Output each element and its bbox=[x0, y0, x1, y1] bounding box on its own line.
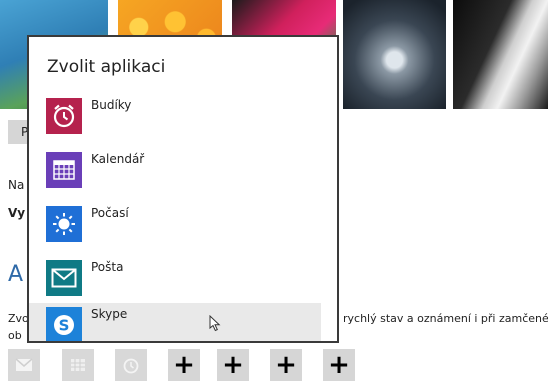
lock-screen-image-5[interactable] bbox=[453, 0, 548, 109]
mail-icon bbox=[15, 358, 33, 371]
svg-text:S: S bbox=[59, 317, 70, 335]
sun-icon bbox=[46, 206, 82, 242]
mail-icon bbox=[46, 260, 82, 296]
label-fragment-bold: Vy bbox=[8, 206, 26, 220]
calendar-icon bbox=[71, 359, 85, 371]
app-item-mail[interactable]: Pošta bbox=[29, 256, 321, 300]
app-label: Počasí bbox=[91, 206, 129, 220]
app-item-alarms[interactable]: Budíky bbox=[29, 94, 321, 138]
app-label: Budíky bbox=[91, 98, 132, 112]
app-label: Kalendář bbox=[91, 152, 145, 166]
description-fragment-2: ob bbox=[8, 329, 22, 342]
alarm-clock-icon bbox=[46, 98, 82, 134]
add-lock-app-button-3[interactable]: + bbox=[270, 349, 302, 381]
description-fragment-1: Zvo bbox=[8, 312, 29, 325]
app-label: Pošta bbox=[91, 260, 124, 274]
skype-icon: S bbox=[46, 307, 82, 341]
label-fragment: Na bbox=[8, 178, 25, 192]
app-item-calendar[interactable]: Kalendář bbox=[29, 148, 321, 192]
add-lock-app-button-4[interactable]: + bbox=[323, 349, 355, 381]
app-item-skype[interactable]: S Skype bbox=[29, 303, 321, 341]
add-lock-app-button-1[interactable]: + bbox=[168, 349, 200, 381]
flyout-title: Zvolit aplikaci bbox=[47, 57, 166, 77]
choose-app-flyout: Zvolit aplikaci Budíky Kalendář Počasí P… bbox=[27, 35, 339, 343]
add-lock-app-button-2[interactable]: + bbox=[217, 349, 249, 381]
mouse-cursor-icon bbox=[209, 315, 221, 332]
lock-app-slot-alarm[interactable] bbox=[115, 349, 147, 381]
alarm-clock-icon bbox=[123, 358, 139, 374]
description-text: rychlý stav a oznámení i při zamčené bbox=[343, 312, 548, 325]
lock-screen-image-4[interactable] bbox=[343, 0, 446, 109]
app-item-weather[interactable]: Počasí bbox=[29, 202, 321, 246]
section-heading: A bbox=[8, 262, 24, 287]
calendar-icon bbox=[46, 152, 82, 188]
lock-app-slot-calendar[interactable] bbox=[62, 349, 94, 381]
app-label: Skype bbox=[91, 307, 128, 321]
lock-app-slot-mail[interactable] bbox=[8, 349, 40, 381]
